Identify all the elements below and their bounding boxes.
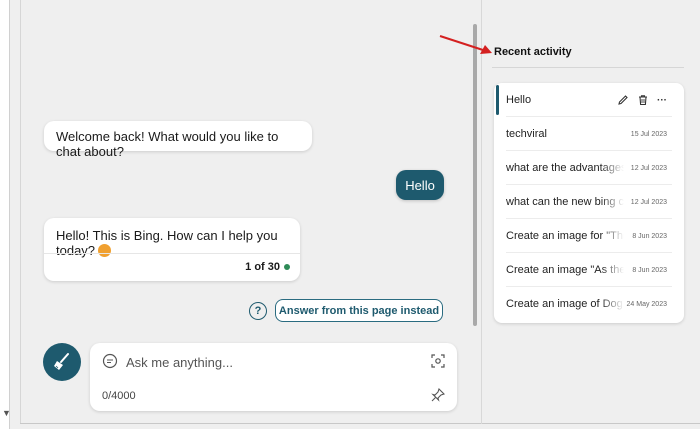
recent-item[interactable]: Create an image for "The 8 Jun 2023 bbox=[494, 219, 684, 253]
recent-item-date: 8 Jun 2023 bbox=[632, 266, 667, 274]
chat-input-box[interactable]: Ask me anything... 0/4000 bbox=[90, 343, 457, 411]
annotation-arrow bbox=[439, 35, 492, 54]
recent-item[interactable]: techviral 15 Jul 2023 bbox=[494, 117, 684, 151]
bot-reply-body: Hello! This is Bing. How can I help you … bbox=[44, 218, 300, 258]
help-icon[interactable]: ? bbox=[249, 302, 267, 320]
bottom-border bbox=[20, 423, 700, 424]
panel-divider bbox=[481, 0, 482, 424]
recent-item-date: 8 Jun 2023 bbox=[632, 232, 667, 240]
recent-item[interactable]: what are the advantages 12 Jul 2023 bbox=[494, 151, 684, 185]
recent-item[interactable]: Create an image "As the 8 Jun 2023 bbox=[494, 253, 684, 287]
recent-item[interactable]: Hello ··· bbox=[494, 83, 684, 117]
recent-heading-divider bbox=[492, 67, 684, 68]
char-counter: 0/4000 bbox=[102, 390, 136, 402]
chat-input-placeholder[interactable]: Ask me anything... bbox=[126, 355, 233, 370]
recent-item-date: 24 May 2023 bbox=[626, 300, 667, 308]
recent-item-title: Hello bbox=[506, 94, 532, 106]
chat-scrollbar[interactable] bbox=[473, 24, 477, 326]
recent-item[interactable]: what can the new bing c 12 Jul 2023 bbox=[494, 185, 684, 219]
recent-item-title: techviral bbox=[506, 128, 547, 140]
recent-item-title: Create an image for "The bbox=[506, 230, 624, 242]
caret-down-icon[interactable]: ▼ bbox=[2, 408, 11, 418]
reply-divider bbox=[44, 253, 300, 254]
user-message: Hello bbox=[396, 170, 444, 200]
answer-from-page-button[interactable]: Answer from this page instead bbox=[275, 299, 443, 322]
status-dot bbox=[284, 264, 290, 270]
edit-icon[interactable] bbox=[617, 94, 629, 106]
recent-item-title: what can the new bing c bbox=[506, 196, 624, 208]
visual-search-icon[interactable] bbox=[431, 354, 445, 368]
recent-item-title: what are the advantages bbox=[506, 162, 624, 174]
delete-icon[interactable] bbox=[637, 94, 649, 106]
new-topic-button[interactable] bbox=[43, 343, 81, 381]
recent-activity-list: Hello ··· techviral 15 Jul 2023 what are… bbox=[494, 83, 684, 323]
smile-emoji-icon bbox=[98, 244, 112, 257]
more-options-icon[interactable]: ··· bbox=[657, 95, 667, 106]
recent-item-date: 12 Jul 2023 bbox=[630, 164, 667, 172]
broom-icon bbox=[54, 353, 69, 370]
bot-reply-message: Hello! This is Bing. How can I help you … bbox=[44, 218, 300, 281]
recent-item-title: Create an image of Dog bbox=[506, 298, 623, 310]
recent-item-date: 15 Jul 2023 bbox=[630, 130, 667, 138]
reply-counter-text: 1 of 30 bbox=[245, 261, 280, 273]
user-message-text: Hello bbox=[405, 177, 435, 193]
recent-activity-heading: Recent activity bbox=[494, 46, 572, 58]
recent-item-date: 12 Jul 2023 bbox=[630, 198, 667, 206]
left-border bbox=[20, 0, 21, 424]
chat-bubble-icon bbox=[102, 353, 118, 369]
recent-item-title: Create an image "As the bbox=[506, 264, 624, 276]
bot-welcome-message: Welcome back! What would you like to cha… bbox=[44, 121, 312, 159]
active-indicator bbox=[496, 85, 499, 115]
answer-from-page-label: Answer from this page instead bbox=[278, 304, 440, 317]
recent-item-actions: ··· bbox=[617, 94, 667, 106]
reply-counter: 1 of 30 bbox=[245, 261, 290, 273]
pin-icon[interactable] bbox=[431, 388, 445, 402]
recent-item[interactable]: Create an image of Dog 24 May 2023 bbox=[494, 287, 684, 321]
